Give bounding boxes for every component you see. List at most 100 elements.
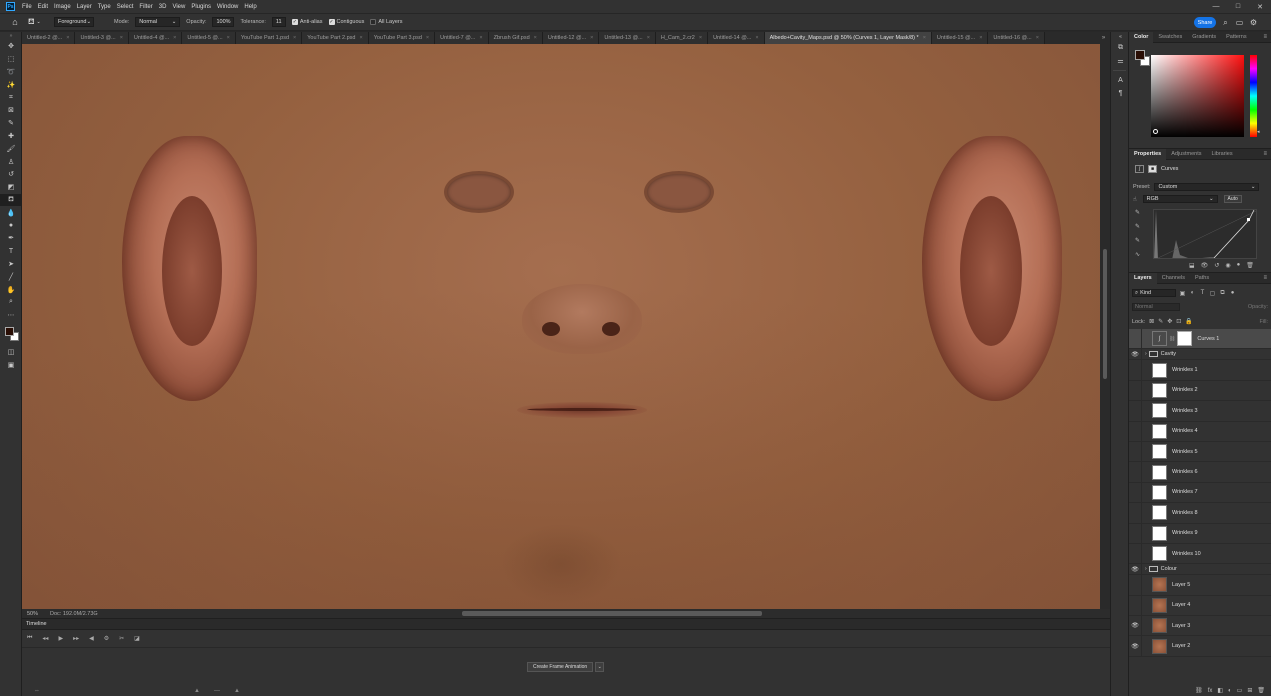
layer-thumbnail[interactable]	[1152, 403, 1167, 419]
lasso-tool-icon[interactable]: ➰	[0, 66, 22, 79]
eye-hidden-icon[interactable]	[1129, 482, 1142, 503]
eye-hidden-icon[interactable]	[1129, 441, 1142, 462]
document-tab[interactable]: Untitled-12 @... ×	[542, 32, 600, 44]
layer-row[interactable]: Wrinkles 7	[1129, 482, 1271, 504]
frame-tool-icon[interactable]: ⊠	[0, 104, 22, 117]
hand-tool-icon[interactable]: ✋	[0, 283, 22, 296]
close-tab-icon[interactable]: ×	[590, 35, 593, 41]
character-icon[interactable]: A	[1111, 74, 1130, 87]
blend-mode-select[interactable]: Normal	[1132, 303, 1180, 311]
mask-icon[interactable]: ■	[1148, 165, 1157, 173]
first-frame-icon[interactable]: ⏮	[27, 635, 32, 642]
adjustment-layer-icon[interactable]: ◐	[1228, 688, 1232, 694]
close-tab-icon[interactable]: ×	[479, 35, 482, 41]
paragraph-icon[interactable]: ¶	[1111, 87, 1130, 100]
lock-artboard-icon[interactable]: ⊡	[1176, 318, 1181, 325]
trash-icon[interactable]: 🗑	[1246, 262, 1254, 269]
new-layer-icon[interactable]: ⊞	[1247, 687, 1252, 694]
color-picker-handle[interactable]	[1153, 129, 1158, 134]
channel-select[interactable]: RGB ⌄	[1142, 195, 1218, 203]
layer-thumbnail[interactable]	[1152, 577, 1167, 593]
layer-row[interactable]: Wrinkles 2	[1129, 380, 1271, 402]
all-layers-checkbox[interactable]: All Layers	[370, 19, 402, 25]
black-point-eyedropper-icon[interactable]: ✎	[1135, 209, 1140, 216]
zoom-in-mountain-icon[interactable]: ▲	[234, 688, 240, 694]
on-image-adjust-icon[interactable]: ☝	[1133, 196, 1137, 203]
layer-thumbnail[interactable]	[1152, 618, 1167, 634]
reset-icon[interactable]: ↺	[1214, 262, 1219, 269]
tab-layers[interactable]: Layers	[1129, 272, 1157, 284]
curves-adjustment-icon[interactable]: ∫	[1152, 331, 1167, 347]
layer-row[interactable]: Wrinkles 10	[1129, 543, 1271, 565]
timeline-title[interactable]: Timeline	[26, 621, 47, 627]
menu-edit[interactable]: Edit	[35, 4, 51, 10]
more-tabs-icon[interactable]: »	[1097, 32, 1110, 44]
close-tab-icon[interactable]: ×	[534, 35, 537, 41]
clip-to-layer-icon[interactable]: ⬓	[1189, 262, 1195, 269]
eye-icon[interactable]: 👁	[1129, 636, 1142, 657]
audio-icon[interactable]: ◀	[89, 635, 94, 642]
layer-row[interactable]: 👁 Layer 3	[1129, 615, 1271, 637]
contiguous-checkbox[interactable]: ✓ Contiguous	[328, 19, 364, 25]
foreground-color-swatch[interactable]	[1135, 50, 1145, 60]
vertical-scroll-thumb[interactable]	[1103, 249, 1107, 379]
workspace-icon[interactable]: ▭	[1234, 17, 1245, 28]
visibility-icon[interactable]: ●	[1237, 262, 1241, 269]
eyedropper-tool-icon[interactable]: ✎	[0, 117, 22, 130]
menu-3d[interactable]: 3D	[156, 4, 170, 10]
collapse-arrows-icon[interactable]: »	[0, 32, 22, 40]
zoom-level[interactable]: 50%	[22, 611, 44, 617]
zoom-out-mountain-icon[interactable]: ▲	[194, 688, 200, 694]
minimize-button[interactable]: —	[1205, 0, 1227, 13]
layer-thumbnail[interactable]	[1152, 546, 1167, 562]
menu-file[interactable]: File	[19, 4, 35, 10]
eye-hidden-icon[interactable]	[1129, 380, 1142, 401]
chevron-down-icon[interactable]: ⌄	[595, 662, 605, 672]
hue-slider[interactable]	[1250, 55, 1257, 137]
document-tab[interactable]: YouTube Part 3.psd ×	[368, 32, 436, 44]
eye-icon[interactable]: 👁	[1129, 615, 1142, 636]
type-filter-icon[interactable]: T	[1199, 290, 1206, 297]
eye-hidden-icon[interactable]	[1129, 502, 1142, 523]
close-tab-icon[interactable]: ×	[426, 35, 429, 41]
shape-filter-icon[interactable]: ▢	[1209, 290, 1216, 297]
close-tab-icon[interactable]: ×	[227, 35, 230, 41]
document-tab[interactable]: YouTube Part 1.psd ×	[235, 32, 303, 44]
layer-row[interactable]: ∫ ⛓ Curves 1	[1129, 328, 1271, 350]
scissors-icon[interactable]: ✂	[119, 635, 124, 642]
close-tab-icon[interactable]: ×	[120, 35, 123, 41]
document-tab[interactable]: Untitled-13 @... ×	[599, 32, 656, 44]
panel-menu-icon[interactable]: ≡	[1263, 275, 1271, 281]
tab-libraries[interactable]: Libraries	[1206, 149, 1237, 160]
zoom-tool-icon[interactable]: ⌕	[0, 296, 22, 309]
layer-row[interactable]: Wrinkles 5	[1129, 441, 1271, 463]
tolerance-input[interactable]: 11	[271, 17, 286, 27]
history-brush-tool-icon[interactable]: ↺	[0, 168, 22, 181]
document-canvas[interactable]	[22, 44, 1100, 609]
document-tab[interactable]: Untitled-7 @... ×	[435, 32, 489, 44]
paint-bucket-tool-icon[interactable]: ⛾	[0, 193, 22, 207]
smart-object-filter-icon[interactable]: ⧉	[1219, 290, 1226, 297]
hue-slider-arrow-icon[interactable]: ◂	[1257, 129, 1260, 135]
eye-hidden-icon[interactable]	[1129, 400, 1142, 421]
visibility-toggle-icon[interactable]: 👁	[1201, 262, 1209, 269]
tab-paths[interactable]: Paths	[1190, 273, 1214, 284]
maximize-button[interactable]: □	[1227, 0, 1249, 13]
create-frame-animation-button[interactable]: Create Frame Animation	[527, 662, 594, 672]
lock-position-icon[interactable]: ✥	[1167, 318, 1172, 325]
close-button[interactable]: ✕	[1249, 0, 1271, 13]
eye-hidden-icon[interactable]	[1129, 328, 1142, 349]
tab-swatches[interactable]: Swatches	[1153, 32, 1187, 43]
layer-mask-thumbnail[interactable]	[1177, 331, 1193, 347]
menu-select[interactable]: Select	[114, 4, 137, 10]
transition-icon[interactable]: ◪	[134, 635, 140, 642]
document-tab[interactable]: Untitled-3 @... ×	[75, 32, 129, 44]
layer-group-row[interactable]: 👁 › Colour	[1129, 563, 1271, 576]
chevron-right-icon[interactable]: ›	[1145, 351, 1147, 357]
lock-transparent-icon[interactable]: ⊠	[1149, 318, 1154, 325]
tab-properties[interactable]: Properties	[1129, 148, 1167, 160]
document-tab[interactable]: Untitled-15 @... ×	[931, 32, 989, 44]
tab-adjustments[interactable]: Adjustments	[1166, 149, 1206, 160]
type-tool-icon[interactable]: T	[0, 245, 22, 258]
convert-icon[interactable]: ⇔	[34, 688, 40, 694]
